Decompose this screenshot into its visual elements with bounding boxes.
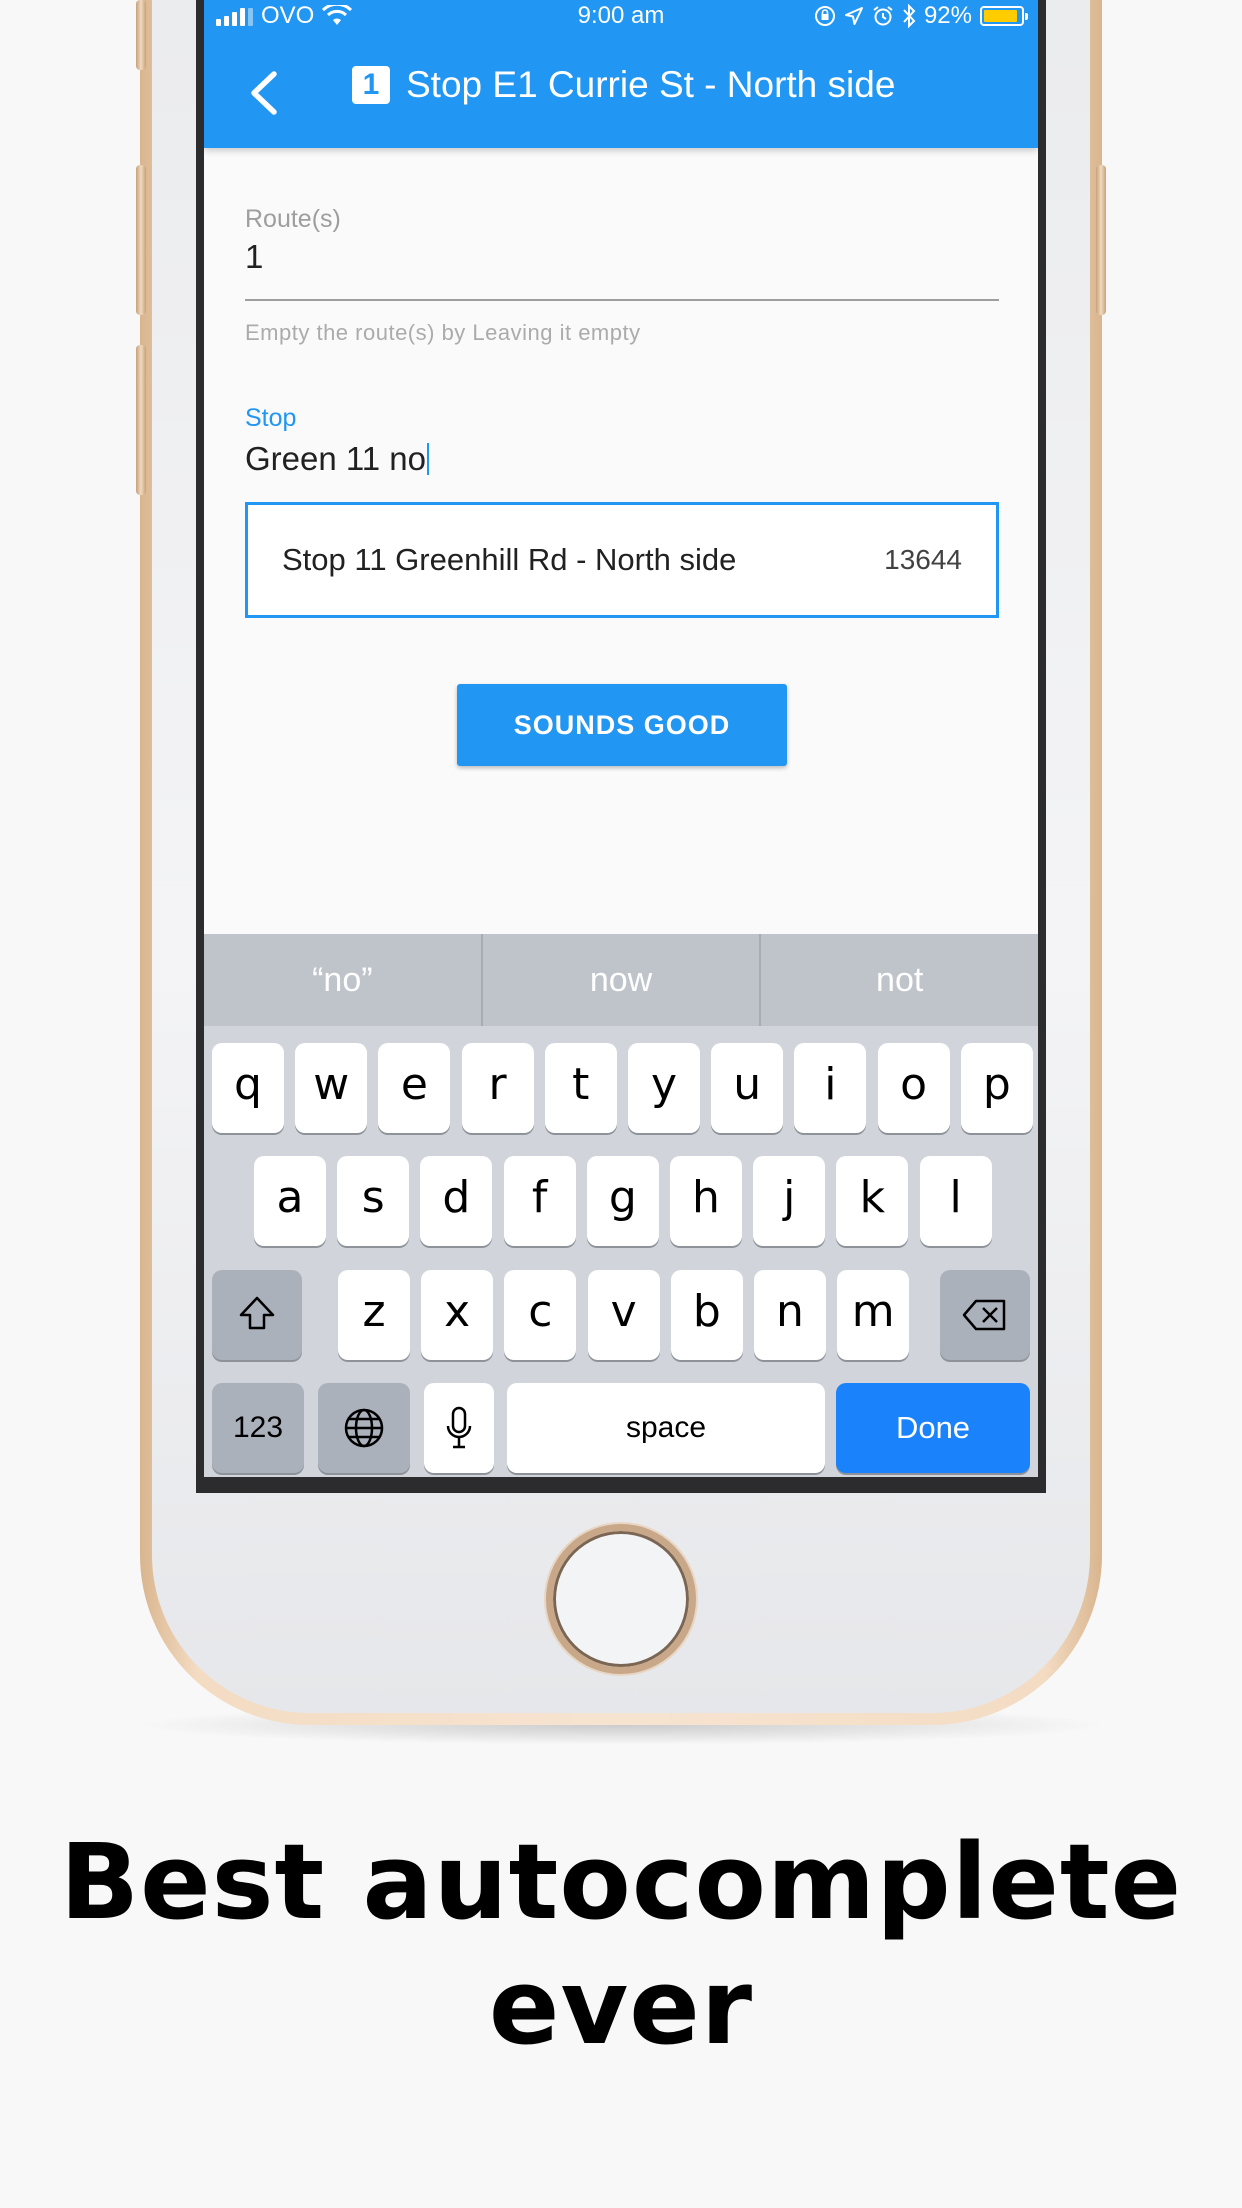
backspace-icon [962,1299,1006,1331]
predictive-bar: “no” now not [204,934,1038,1026]
shift-icon [239,1296,275,1330]
key-i[interactable]: i [794,1043,867,1133]
bluetooth-icon [903,4,916,28]
phone-side-button [136,0,146,70]
app-bar-title-group: 1 Stop E1 Currie St - North side [352,64,895,106]
volume-down-button [136,345,146,495]
key-t[interactable]: t [544,1043,617,1133]
phone-screen: OVO 9:00 am 92% 1 Stop E1 Currie St - No… [196,0,1046,1493]
key-v[interactable]: v [587,1270,660,1360]
key-a[interactable]: a [254,1156,326,1246]
key-s[interactable]: s [337,1156,410,1246]
headline: Best autocomplete ever [0,1820,1242,2070]
key-w[interactable]: w [295,1043,368,1133]
key-y[interactable]: y [628,1043,700,1133]
key-q[interactable]: q [212,1043,284,1133]
backspace-key[interactable] [940,1270,1030,1360]
key-e[interactable]: e [378,1043,451,1133]
key-o[interactable]: o [877,1043,950,1133]
route-badge: 1 [352,66,390,104]
battery-icon [980,6,1028,26]
app-screen: OVO 9:00 am 92% 1 Stop E1 Currie St - No… [204,0,1038,1477]
key-k[interactable]: k [836,1156,909,1246]
key-c[interactable]: c [504,1270,577,1360]
location-icon [844,7,863,25]
route-field-underline [245,299,999,301]
power-button [1096,165,1106,315]
key-x[interactable]: x [421,1270,494,1360]
headline-line-2: ever [488,1946,754,2068]
home-button[interactable] [546,1524,696,1674]
alarm-icon [873,6,893,26]
key-l[interactable]: l [919,1156,992,1246]
globe-key[interactable] [318,1383,410,1473]
stop-field[interactable]: Green 11 no [245,440,430,478]
prediction-1[interactable]: “no” [204,934,481,1026]
shift-key[interactable] [212,1270,302,1360]
key-z[interactable]: z [338,1270,410,1360]
prediction-3[interactable]: not [761,934,1038,1026]
volume-up-button [136,165,146,315]
key-h[interactable]: h [670,1156,742,1246]
autocomplete-suggestion[interactable]: Stop 11 Greenhill Rd - North side 13644 [245,502,999,618]
key-r[interactable]: r [461,1043,534,1133]
route-field[interactable]: 1 [245,238,263,276]
route-field-label: Route(s) [245,205,341,233]
headline-line-1: Best autocomplete [59,1821,1183,1943]
keyboard: 123 space Done qwertyuiop asdfghjkl zxcvbn… [204,1026,1038,1477]
route-helper-text: Empty the route(s) by Leaving it empty [245,320,641,345]
suggestion-code: 13644 [884,544,962,575]
key-d[interactable]: d [420,1156,493,1246]
text-caret [427,443,430,475]
key-b[interactable]: b [670,1270,743,1360]
app-bar: OVO 9:00 am 92% 1 Stop E1 Currie St - No… [204,0,1038,148]
key-n[interactable]: n [754,1270,826,1360]
key-f[interactable]: f [503,1156,576,1246]
stop-field-label: Stop [245,404,297,432]
space-key[interactable]: space [507,1383,825,1473]
numbers-key[interactable]: 123 [212,1383,304,1473]
lock-rotation-icon [814,6,835,26]
stop-field-value: Green 11 no [245,440,427,477]
battery-level [984,10,1018,22]
key-p[interactable]: p [960,1043,1033,1133]
key-u[interactable]: u [711,1043,784,1133]
suggestion-name: Stop 11 Greenhill Rd - North side [282,542,737,577]
key-j[interactable]: j [753,1156,826,1246]
battery-percent: 92% [923,2,972,29]
microphone-key[interactable] [424,1383,494,1473]
key-g[interactable]: g [586,1156,659,1246]
microphone-icon [446,1406,472,1449]
back-arrow-icon[interactable] [244,70,284,116]
key-m[interactable]: m [837,1270,910,1360]
globe-icon [344,1408,384,1448]
prediction-2[interactable]: now [483,934,760,1026]
done-key[interactable]: Done [836,1383,1030,1473]
sounds-good-button[interactable]: SOUNDS GOOD [457,684,787,766]
page-title: Stop E1 Currie St - North side [406,64,896,105]
status-bar: OVO 9:00 am 92% [204,2,1038,34]
